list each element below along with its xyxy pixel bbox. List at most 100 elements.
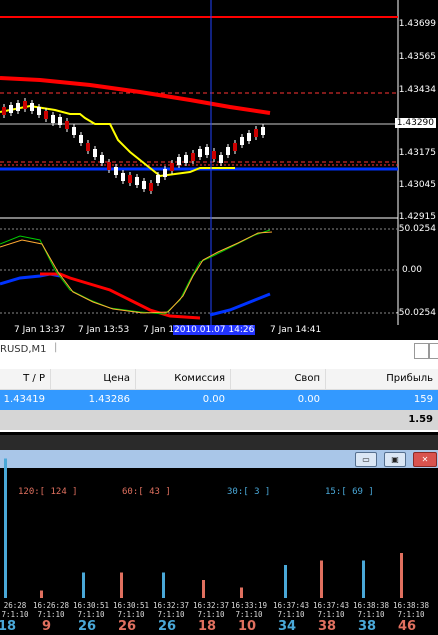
candle <box>9 105 13 113</box>
histogram-stamp: 16:30:51 7:1:10 <box>110 601 152 619</box>
stamp-time: 16:30:51 <box>112 601 150 610</box>
price-label: 1.43045 <box>398 180 436 190</box>
histogram-bar <box>362 560 365 598</box>
histogram-count: 38 <box>318 619 337 634</box>
scroll-right-icon[interactable] <box>428 343 438 359</box>
stamp-sub: 7:1:10 <box>277 610 305 619</box>
stamp-time: 16:38:38 <box>352 601 390 610</box>
histogram-stamp: 16:32:37 7:1:10 <box>150 601 192 619</box>
histogram-stamp: 16:38:38 7:1:10 <box>350 601 392 619</box>
candle <box>233 143 237 151</box>
histogram-count: 18 <box>0 619 17 634</box>
candle <box>226 147 230 155</box>
table-header-row: T / P Цена Комиссия Своп Прибыль <box>0 369 438 390</box>
histogram-stamp: 16:32:37 7:1:10 <box>190 601 232 619</box>
candle <box>107 162 111 170</box>
commission-cell: 0.00 <box>202 394 225 405</box>
price-chart-canvas[interactable] <box>0 0 438 340</box>
candle <box>114 167 118 175</box>
histogram-bar <box>284 565 287 598</box>
stamp-sub: 7:1:10 <box>197 610 225 619</box>
tick-histogram-window: ▭ ▣ ✕ 120:[ 124 ] 60:[ 43 ] 30:[ 3 ] 15:… <box>0 435 438 635</box>
stamp-time: 16:26:28 <box>32 601 70 610</box>
column-header-price[interactable]: Цена <box>50 369 136 389</box>
histogram-count: 26 <box>118 619 137 634</box>
swap-cell: 0.00 <box>297 394 320 405</box>
time-label: 7 Jan 14:41 <box>270 325 322 335</box>
stamp-sub: 7:1:10 <box>77 610 105 619</box>
candle <box>191 153 195 161</box>
candle <box>58 117 62 125</box>
histogram-bars <box>4 458 403 598</box>
stamp-time: 16:37:43 <box>272 601 310 610</box>
histogram-stamp: 16:38:38 7:1:10 <box>390 601 432 619</box>
chart-tab[interactable]: RUSD,M1 <box>0 344 46 355</box>
time-label: 7 Jan 13:53 <box>78 325 130 335</box>
time-label: 7 Jan 13:37 <box>14 325 66 335</box>
candle <box>30 103 34 111</box>
osc-label: 50.0254 <box>398 224 436 234</box>
profit-cell: 159 <box>413 394 433 405</box>
candle <box>100 155 104 163</box>
osc-label: 0.00 <box>401 265 422 275</box>
histogram-bar <box>40 590 43 598</box>
candle <box>247 133 251 141</box>
total-row: 1.59 <box>0 410 438 430</box>
total-value: 1.59 <box>408 414 433 425</box>
column-header-swap[interactable]: Своп <box>230 369 326 389</box>
histogram-bar <box>202 580 205 598</box>
candle <box>149 183 153 191</box>
candle <box>93 149 97 157</box>
price-chart[interactable]: 1.43699 1.43565 1.43434 1.43290 1.43175 … <box>0 0 438 340</box>
candle <box>128 175 132 183</box>
histogram-count: 9 <box>42 619 52 634</box>
stamp-time: 16:37:43 <box>312 601 350 610</box>
column-header-profit[interactable]: Прибыль <box>325 369 438 389</box>
stamp-sub: 7:1:10 <box>117 610 145 619</box>
price-label: 1.43699 <box>398 19 436 29</box>
histogram-count: 34 <box>278 619 297 634</box>
candle <box>184 155 188 163</box>
histogram-bar <box>120 572 123 598</box>
osc-blue-line-2 <box>209 292 271 317</box>
candle <box>51 115 55 123</box>
histogram-count: 38 <box>358 619 377 634</box>
current-price-label: 1.43290 <box>394 118 436 128</box>
candle <box>65 121 69 129</box>
candle <box>156 175 160 183</box>
histogram-stamp: 16:37:43 7:1:10 <box>310 601 352 619</box>
price-label: 1.43175 <box>398 148 436 158</box>
chart-tab-strip: RUSD,M1 | <box>0 340 438 363</box>
tab-divider: | <box>54 342 58 353</box>
candle <box>72 127 76 135</box>
histogram-stamp: 16:26:28 7:1:10 <box>30 601 72 619</box>
histogram-bar <box>400 553 403 598</box>
candle <box>37 107 41 115</box>
candle <box>212 151 216 159</box>
histogram-stamp: 16:30:51 7:1:10 <box>70 601 112 619</box>
stamp-time: 16:32:37 <box>192 601 230 610</box>
candle <box>170 163 174 171</box>
stamp-sub: 7:1:10 <box>397 610 425 619</box>
stamp-sub: 7:1:10 <box>357 610 385 619</box>
column-header-commission[interactable]: Комиссия <box>135 369 231 389</box>
price-label: 1.42915 <box>398 212 436 222</box>
stamp-sub: 7:1:10 <box>317 610 345 619</box>
histogram-bar <box>320 560 323 598</box>
histogram-stamp: 16:37:43 7:1:10 <box>270 601 312 619</box>
candle <box>16 103 20 111</box>
candle <box>205 147 209 155</box>
candle <box>2 107 6 115</box>
column-header-tp[interactable]: T / P <box>0 369 51 389</box>
candle <box>86 143 90 151</box>
candle <box>240 137 244 145</box>
stamp-time: 16:33:19 <box>230 601 268 610</box>
price-label: 1.43434 <box>398 85 436 95</box>
table-row[interactable]: 1.43419 1.43286 0.00 0.00 159 <box>0 390 438 410</box>
histogram-count: 26 <box>78 619 97 634</box>
histogram-count: 10 <box>238 619 257 634</box>
stamp-time: 16:30:51 <box>72 601 110 610</box>
candle <box>177 157 181 165</box>
histogram-bar <box>4 458 7 598</box>
stamp-time: 16:32:37 <box>152 601 190 610</box>
